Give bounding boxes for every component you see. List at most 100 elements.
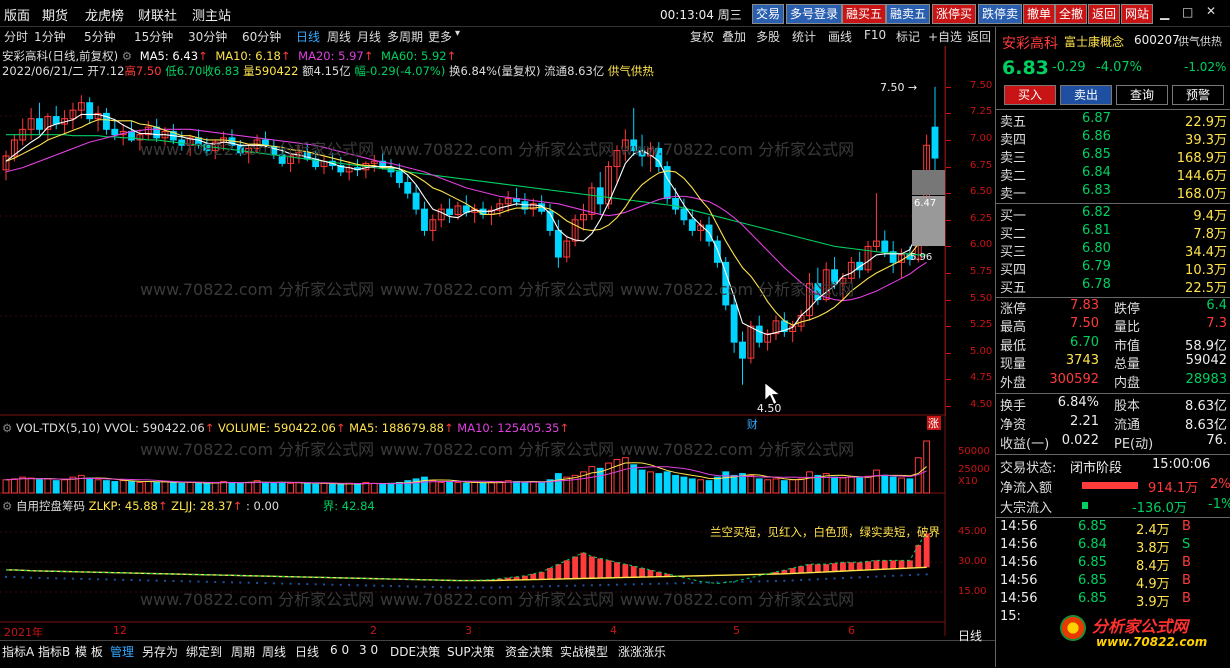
ask-row[interactable]: 卖三 6.85 168.9万	[996, 147, 1230, 166]
bottom-item[interactable]: SUP决策	[447, 643, 495, 660]
period-1min[interactable]: 1分钟	[34, 28, 66, 45]
kline-svg[interactable]: 7.50 → 4.50 财 涨 6.47 5.96	[0, 46, 995, 636]
adjust-button[interactable]: 复权	[690, 28, 714, 45]
ind-dot	[774, 580, 777, 583]
trade-button[interactable]: 交易	[752, 4, 785, 24]
bottom-item[interactable]: DDE决策	[390, 643, 440, 660]
query-button[interactable]: 查询	[1116, 85, 1168, 105]
more-dropdown-icon[interactable]: ▾	[455, 28, 460, 39]
website-button[interactable]: 网站	[1121, 4, 1154, 24]
bottom-item[interactable]: 管理	[110, 643, 134, 660]
ask-row[interactable]: 卖四 6.86 39.3万	[996, 129, 1230, 148]
mark-button[interactable]: 标记	[896, 28, 920, 45]
close-icon[interactable]: ✕	[1206, 4, 1216, 18]
bid-row[interactable]: 买五 6.78 22.5万	[996, 277, 1230, 296]
ask-row[interactable]: 卖五 6.87 22.9万	[996, 111, 1230, 130]
volume-bar	[797, 478, 805, 494]
bid-row[interactable]: 买一 6.82 9.4万	[996, 205, 1230, 224]
ind-settings-icon[interactable]: ⚙	[2, 499, 12, 513]
tick-price: 6.85	[1078, 519, 1107, 534]
bottom-item[interactable]: 日线	[295, 643, 319, 660]
period-monthly[interactable]: 月线	[357, 28, 381, 45]
logo-text: 分析家公式网	[1092, 617, 1189, 636]
vol-settings-icon[interactable]: ⚙	[2, 421, 12, 435]
draw-line-button[interactable]: 画线	[828, 28, 852, 45]
ind-dot	[841, 577, 844, 580]
menu-dragon-tiger[interactable]: 龙虎榜	[85, 5, 124, 24]
margin-sell5-button[interactable]: 融卖五	[886, 4, 931, 24]
volume-bar	[688, 478, 696, 494]
tick-row: 14:56 6.85 2.4万 B	[996, 519, 1230, 538]
cancel-all-button[interactable]: 全撤	[1055, 4, 1088, 24]
bottom-item[interactable]: 周线	[262, 643, 286, 660]
ind-dot	[800, 579, 803, 582]
back-button[interactable]: 返回	[1088, 4, 1121, 24]
bottom-item[interactable]: 指标A	[2, 643, 34, 660]
bid-price: 6.78	[1082, 277, 1111, 292]
stat2-label: PE(动)	[1114, 437, 1154, 452]
cancel-order-button[interactable]: 撤单	[1023, 4, 1056, 24]
chart-area[interactable]: 安彩高科(日线,前复权) ⚙ MA5: 6.43↑ MA10: 6.18↑ MA…	[0, 46, 995, 639]
bottom-item[interactable]: 指标B	[38, 643, 70, 660]
period-daily[interactable]: 日线	[296, 28, 320, 45]
minimize-icon[interactable]: ▁	[1160, 6, 1169, 20]
bid-row[interactable]: 买三 6.80 34.4万	[996, 241, 1230, 260]
ind-bar	[647, 569, 654, 577]
block-inflow-label: 大宗流入	[1000, 501, 1053, 516]
bottom-item[interactable]: 3 0	[359, 643, 378, 657]
bottom-item[interactable]: 资金决策	[505, 643, 553, 660]
maximize-icon[interactable]: □	[1182, 5, 1193, 19]
ind-dot	[356, 584, 359, 587]
period-15min[interactable]: 15分钟	[134, 28, 173, 45]
candle-body	[931, 126, 939, 159]
ask-row[interactable]: 卖二 6.84 144.6万	[996, 165, 1230, 184]
period-5min[interactable]: 5分钟	[84, 28, 116, 45]
period-multi[interactable]: 多周期	[387, 28, 423, 45]
alert-button[interactable]: 预警	[1172, 85, 1224, 105]
bottom-item[interactable]: 周期	[231, 643, 255, 660]
menu-test-server[interactable]: 测主站	[192, 5, 231, 24]
period-more[interactable]: 更多	[428, 28, 452, 45]
volume-bar	[320, 482, 328, 494]
stat-value: 7.83	[1070, 298, 1099, 313]
bid-row[interactable]: 买四 6.79 10.3万	[996, 259, 1230, 278]
period-intraday[interactable]: 分时	[4, 28, 28, 45]
menu-futures[interactable]: 期货	[42, 5, 68, 24]
toolbar-back-button[interactable]: 返回	[967, 28, 991, 45]
multi-stock-button[interactable]: 多股	[756, 28, 780, 45]
f10-button[interactable]: F10	[864, 28, 886, 42]
buy-button[interactable]: 买入	[1004, 85, 1056, 105]
ask-row[interactable]: 卖一 6.83 168.0万	[996, 183, 1230, 202]
sell-button[interactable]: 卖出	[1060, 85, 1112, 105]
bottom-item[interactable]: 实战模型	[560, 643, 608, 660]
multi-login-button[interactable]: 多号登录	[786, 4, 843, 24]
add-watchlist-button[interactable]: +自选	[928, 28, 962, 45]
bottom-item[interactable]: 6 0	[330, 643, 349, 657]
volume-bar	[421, 476, 428, 494]
bid-price: 6.80	[1082, 241, 1111, 256]
margin-buy5-button[interactable]: 融买五	[842, 4, 887, 24]
ind-dot	[247, 581, 250, 584]
ind-dot	[825, 577, 828, 580]
price-tick	[946, 113, 951, 115]
period-60min[interactable]: 60分钟	[242, 28, 281, 45]
statistics-button[interactable]: 统计	[792, 28, 816, 45]
period-weekly[interactable]: 周线	[327, 28, 351, 45]
bottom-item[interactable]: 绑定到	[186, 643, 222, 660]
menu-layout[interactable]: 版面	[4, 5, 30, 24]
bottom-item[interactable]: 模 板	[75, 643, 103, 660]
limit-up-buy-button[interactable]: 涨停买	[932, 4, 977, 24]
bid-row[interactable]: 买二 6.81 7.8万	[996, 223, 1230, 242]
period-30min[interactable]: 30分钟	[188, 28, 227, 45]
menu-cailianshe[interactable]: 财联社	[138, 5, 177, 24]
bottom-item[interactable]: 另存为	[142, 643, 178, 660]
candle-body	[730, 304, 738, 343]
ind-axis-label: 30.00	[958, 556, 987, 567]
overlay-button[interactable]: 叠加	[722, 28, 746, 45]
ind-dot	[674, 582, 677, 585]
volume-bar	[228, 481, 236, 494]
tick-time: 15:	[1000, 609, 1021, 624]
stock-concept[interactable]: 富士康概念	[1064, 33, 1124, 50]
bottom-item[interactable]: 涨涨涨乐	[618, 643, 666, 660]
limit-down-sell-button[interactable]: 跌停卖	[978, 4, 1023, 24]
